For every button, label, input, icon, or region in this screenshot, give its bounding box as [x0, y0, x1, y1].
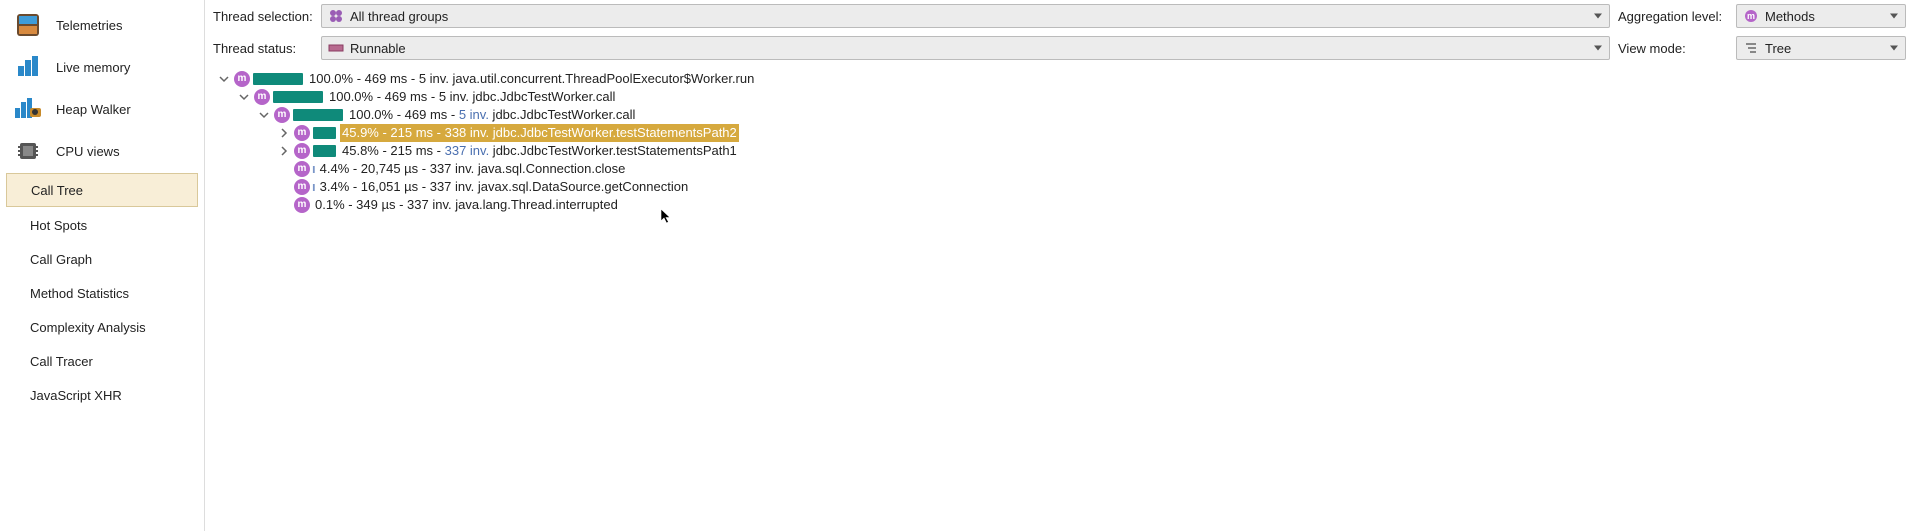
methods-icon: m [1743, 8, 1759, 24]
sidebar-item-live-memory[interactable]: Live memory [0, 46, 204, 88]
method-icon: m [254, 89, 270, 105]
percent-bar [313, 127, 336, 139]
tree-row-text: 0.1% - 349 µs - 337 inv. java.lang.Threa… [313, 196, 620, 214]
thread-status-select[interactable]: Runnable [321, 36, 1610, 60]
sidebar-item-label: CPU views [56, 144, 120, 159]
sidebar-sub-javascript-xhr[interactable]: JavaScript XHR [0, 378, 204, 412]
call-tree[interactable]: m 100.0% - 469 ms - 5 inv. java.util.conc… [205, 64, 1914, 531]
method-icon: m [274, 107, 290, 123]
sidebar-item-label: Heap Walker [56, 102, 131, 117]
percent-bar [273, 91, 323, 103]
tree-row-text: 45.8% - 215 ms - 337 inv. jdbc.JdbcTestW… [340, 142, 739, 160]
chevron-down-icon[interactable] [217, 72, 231, 86]
heap-walker-icon [14, 95, 42, 123]
pipe-marker: ı [312, 160, 316, 178]
thread-selection-label: Thread selection: [213, 9, 313, 24]
chevron-down-icon[interactable] [257, 108, 271, 122]
sidebar-sub-label: Method Statistics [30, 286, 129, 301]
sidebar-sub-label: Call Tracer [30, 354, 93, 369]
thread-selection-value: All thread groups [350, 9, 448, 24]
sidebar-sub-label: JavaScript XHR [30, 388, 122, 403]
method-icon: m [294, 161, 310, 177]
sidebar-sub-hot-spots[interactable]: Hot Spots [0, 208, 204, 242]
method-icon: m [294, 179, 310, 195]
sidebar-item-cpu-views[interactable]: CPU views [0, 130, 204, 172]
sidebar: Telemetries Live memory Heap Walker CPU … [0, 0, 205, 531]
chevron-right-icon[interactable] [277, 144, 291, 158]
aggregation-level-label: Aggregation level: [1618, 9, 1728, 24]
method-icon: m [294, 125, 310, 141]
tree-icon [1743, 40, 1759, 56]
sidebar-sub-method-statistics[interactable]: Method Statistics [0, 276, 204, 310]
thread-group-icon [328, 8, 344, 24]
method-icon: m [234, 71, 250, 87]
cpu-views-icon [14, 137, 42, 165]
live-memory-icon [14, 53, 42, 81]
percent-bar [293, 109, 343, 121]
toolbar: Thread selection: All thread groups Aggr… [205, 0, 1914, 64]
chevron-down-icon[interactable] [237, 90, 251, 104]
method-icon: m [294, 197, 310, 213]
tree-row[interactable]: m 100.0% - 469 ms - 5 inv. jdbc.JdbcTestW… [213, 106, 1910, 124]
sidebar-item-heap-walker[interactable]: Heap Walker [0, 88, 204, 130]
method-icon: m [294, 143, 310, 159]
tree-row[interactable]: m 45.9% - 215 ms - 338 inv. jdbc.JdbcTest… [213, 124, 1910, 142]
view-mode-label: View mode: [1618, 41, 1728, 56]
chevron-right-icon[interactable] [277, 126, 291, 140]
tree-row-text: 45.9% - 215 ms - 338 inv. jdbc.JdbcTestW… [340, 124, 739, 142]
thread-selection-select[interactable]: All thread groups [321, 4, 1610, 28]
tree-row-text: 100.0% - 469 ms - 5 inv. java.util.concu… [307, 70, 756, 88]
tree-row[interactable]: m 45.8% - 215 ms - 337 inv. jdbc.JdbcTest… [213, 142, 1910, 160]
aggregation-level-select[interactable]: m Methods [1736, 4, 1906, 28]
percent-bar [253, 73, 303, 85]
sidebar-sub-label: Call Graph [30, 252, 92, 267]
sidebar-sub-label: Hot Spots [30, 218, 87, 233]
tree-row[interactable]: mı3.4% - 16,051 µs - 337 inv. javax.sql.… [213, 178, 1910, 196]
tree-row-text: 100.0% - 469 ms - 5 inv. jdbc.JdbcTestWo… [327, 88, 617, 106]
view-mode-select[interactable]: Tree [1736, 36, 1906, 60]
sidebar-sub-label: Call Tree [31, 183, 83, 198]
thread-status-value: Runnable [350, 41, 406, 56]
sidebar-sub-call-tree[interactable]: Call Tree [6, 173, 198, 207]
thread-status-label: Thread status: [213, 41, 313, 56]
runnable-icon [328, 40, 344, 56]
tree-row[interactable]: m0.1% - 349 µs - 337 inv. java.lang.Thre… [213, 196, 1910, 214]
tree-row[interactable]: m 100.0% - 469 ms - 5 inv. java.util.conc… [213, 70, 1910, 88]
sidebar-item-label: Telemetries [56, 18, 122, 33]
view-mode-value: Tree [1765, 41, 1791, 56]
tree-row-text: 4.4% - 20,745 µs - 337 inv. java.sql.Con… [318, 160, 628, 178]
percent-bar [313, 145, 336, 157]
sidebar-sub-call-graph[interactable]: Call Graph [0, 242, 204, 276]
sidebar-sub-call-tracer[interactable]: Call Tracer [0, 344, 204, 378]
tree-row-text: 100.0% - 469 ms - 5 inv. jdbc.JdbcTestWo… [347, 106, 637, 124]
aggregation-level-value: Methods [1765, 9, 1815, 24]
sidebar-sub-label: Complexity Analysis [30, 320, 146, 335]
main-area: Thread selection: All thread groups Aggr… [205, 0, 1914, 531]
tree-row[interactable]: mı4.4% - 20,745 µs - 337 inv. java.sql.C… [213, 160, 1910, 178]
tree-row[interactable]: m 100.0% - 469 ms - 5 inv. jdbc.JdbcTestW… [213, 88, 1910, 106]
pipe-marker: ı [312, 178, 316, 196]
sidebar-item-telemetries[interactable]: Telemetries [0, 4, 204, 46]
telemetries-icon [14, 11, 42, 39]
svg-text:m: m [1747, 11, 1755, 21]
tree-row-text: 3.4% - 16,051 µs - 337 inv. javax.sql.Da… [318, 178, 691, 196]
sidebar-item-label: Live memory [56, 60, 130, 75]
sidebar-sub-complexity-analysis[interactable]: Complexity Analysis [0, 310, 204, 344]
